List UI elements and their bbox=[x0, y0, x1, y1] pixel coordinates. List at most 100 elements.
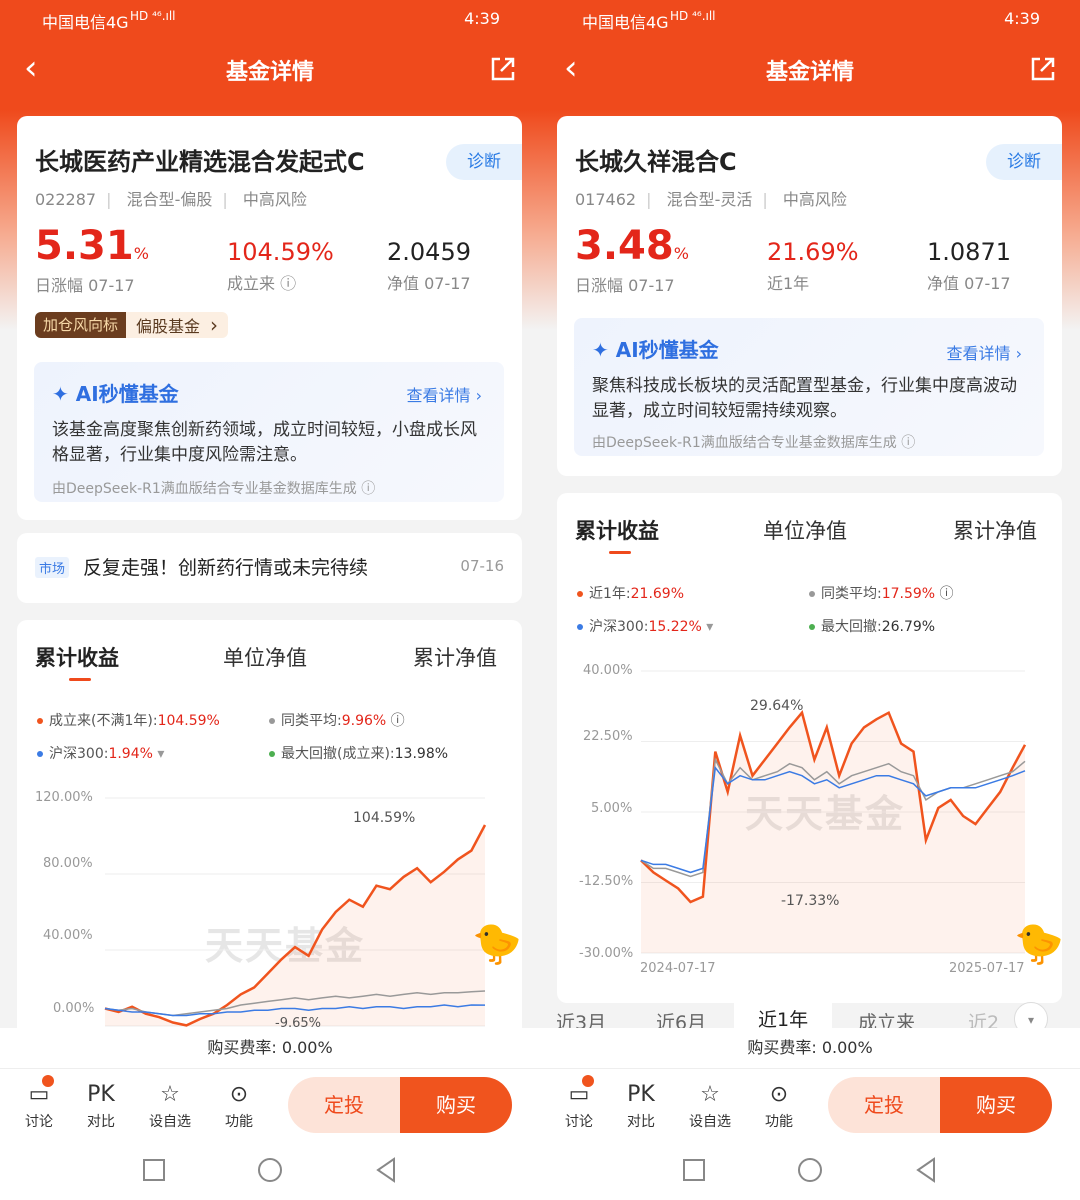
dingtou-button[interactable]: 定投 bbox=[828, 1077, 940, 1133]
metric-daily: 5.31% 日涨幅 07-17 bbox=[35, 224, 149, 296]
ai-footnote: 由DeepSeek-R1满血版结合专业基金数据库生成 ⓘ bbox=[52, 481, 376, 497]
right-screen: 中国电信4G HD ⁴⁶.ıll 4:39 ‹ 基金详情 长城久祥混合C 诊断 … bbox=[540, 0, 1080, 1200]
fund-name: 长城医药产业精选混合发起式C bbox=[35, 148, 365, 176]
range-1y[interactable]: 近1年 bbox=[734, 990, 833, 1031]
function-label: 功能 bbox=[765, 1114, 793, 1130]
buy-button[interactable]: 购买 bbox=[940, 1077, 1052, 1133]
network-icon: HD ⁴⁶.ıll bbox=[130, 9, 176, 23]
fee-bar: 购买费率: 0.00% bbox=[540, 1028, 1080, 1068]
compare-label: 对比 bbox=[87, 1114, 115, 1130]
metric-label: 日涨幅 07-17 bbox=[35, 276, 135, 295]
diagnose-button[interactable]: 诊断 bbox=[986, 144, 1062, 180]
discuss-button[interactable]: ▭ 讨论 bbox=[14, 1079, 64, 1131]
share-icon[interactable] bbox=[488, 54, 518, 84]
pk-icon: PK bbox=[87, 1082, 115, 1107]
carrier-label: 中国电信4G bbox=[582, 13, 669, 32]
star-icon: ☆ bbox=[700, 1082, 720, 1107]
metric-label: 近1年 bbox=[767, 274, 810, 293]
chevron-right-icon: › bbox=[210, 313, 219, 337]
series-area bbox=[105, 825, 485, 1026]
ai-title: ✦ AI秒懂基金 bbox=[52, 378, 179, 407]
status-bar: 中国电信4G HD ⁴⁶.ıll 4:39 bbox=[540, 6, 1080, 32]
line-chart[interactable] bbox=[557, 493, 1062, 1003]
system-nav-bar bbox=[0, 1142, 540, 1200]
ai-detail-link[interactable]: 查看详情 › bbox=[947, 340, 1023, 364]
bottom-bar: ▭ 讨论 PK 对比 ☆ 设自选 ⊙ 功能 定投 购买 bbox=[540, 1068, 1080, 1142]
metric-label: 成立来 ⓘ bbox=[227, 274, 297, 293]
watchlist-button[interactable]: ☆ 设自选 bbox=[682, 1079, 738, 1131]
metric-label: 日涨幅 07-17 bbox=[575, 276, 675, 295]
ai-summary[interactable]: ✦ AI秒懂基金 查看详情 › 该基金高度聚焦创新药领域，成立时间较短，小盘成长… bbox=[34, 362, 504, 502]
news-date: 07-16 bbox=[460, 557, 504, 575]
ai-card: ✦ AI秒懂基金 查看详情 › 聚焦科技成长板块的灵活配置型基金，行业集中度高波… bbox=[557, 308, 1062, 476]
category-tag[interactable]: 加仓风向标 偏股基金 › bbox=[35, 312, 229, 338]
metric-nav: 1.0871 净值 07-17 bbox=[927, 238, 1011, 294]
watchlist-label: 设自选 bbox=[689, 1114, 731, 1130]
news-card[interactable]: 市场 反复走强！创新药行情或未完待续 07-16 bbox=[17, 533, 522, 603]
metric-value: 3.48 bbox=[575, 223, 674, 269]
metric-value: 1.0871 bbox=[927, 238, 1011, 266]
diagnose-button[interactable]: 诊断 bbox=[446, 144, 522, 180]
function-button[interactable]: ⊙ 功能 bbox=[214, 1079, 264, 1131]
category-label: 偏股基金 bbox=[136, 317, 201, 336]
compare-label: 对比 bbox=[627, 1114, 655, 1130]
metric-daily: 3.48% 日涨幅 07-17 bbox=[575, 224, 689, 296]
star-icon: ☆ bbox=[160, 1082, 180, 1107]
page-title: 基金详情 bbox=[225, 60, 314, 85]
peak-label: 29.64% bbox=[750, 698, 804, 714]
notification-dot bbox=[42, 1075, 54, 1087]
badge-label: 加仓风向标 bbox=[35, 312, 127, 338]
system-nav-bar bbox=[540, 1142, 1080, 1200]
fund-code: 017462 bbox=[575, 190, 637, 209]
watchlist-label: 设自选 bbox=[149, 1114, 191, 1130]
fund-card: 长城医药产业精选混合发起式C 诊断 022287 | 混合型-偏股 | 中高风险 5… bbox=[17, 116, 522, 360]
range-tabs: 近3月 近6月 近1年 成立来 近2 ▾ bbox=[540, 990, 1080, 1036]
page-title: 基金详情 bbox=[765, 60, 854, 85]
mascot-icon[interactable]: 🐤 bbox=[1014, 920, 1064, 967]
fund-type: 混合型-偏股 bbox=[126, 190, 213, 209]
metric-nav: 2.0459 净值 07-17 bbox=[387, 238, 471, 294]
left-screen: 中国电信4G HD ⁴⁶.ıll 4:39 ‹ 基金详情 长城医药产业精选混合发… bbox=[0, 0, 540, 1200]
pk-icon: PK bbox=[627, 1082, 655, 1107]
more-icon: ⊙ bbox=[769, 1082, 789, 1107]
share-icon[interactable] bbox=[1028, 54, 1058, 84]
ai-detail-link[interactable]: 查看详情 › bbox=[407, 382, 483, 406]
fund-code: 022287 bbox=[35, 190, 97, 209]
ai-summary[interactable]: ✦ AI秒懂基金 查看详情 › 聚焦科技成长板块的灵活配置型基金，行业集中度高波… bbox=[574, 318, 1044, 456]
metric-since-inception[interactable]: 104.59% 成立来 ⓘ bbox=[227, 238, 334, 294]
discuss-button[interactable]: ▭ 讨论 bbox=[554, 1079, 604, 1131]
metric-value: 104.59% bbox=[227, 238, 334, 266]
system-nav-icons[interactable] bbox=[540, 1142, 1080, 1200]
time-label: 4:39 bbox=[1004, 9, 1040, 28]
compare-button[interactable]: PK 对比 bbox=[76, 1079, 126, 1131]
fee-bar: 购买费率: 0.00% bbox=[0, 1028, 540, 1068]
buy-button[interactable]: 购买 bbox=[400, 1077, 512, 1133]
more-icon: ⊙ bbox=[229, 1082, 249, 1107]
screens: 中国电信4G HD ⁴⁶.ıll 4:39 ‹ 基金详情 长城医药产业精选混合发… bbox=[0, 0, 1080, 1200]
fund-risk: 中高风险 bbox=[242, 190, 307, 209]
sparkle-icon: ✦ bbox=[592, 338, 616, 362]
ai-title-text: AI秒懂基金 bbox=[75, 382, 179, 406]
metric-value: 21.69% bbox=[767, 238, 859, 266]
chart-card: 累计收益 单位净值 累计净值 近1年:21.69% 同类平均:17.59% ⓘ … bbox=[557, 493, 1062, 1003]
mascot-icon[interactable]: 🐤 bbox=[472, 920, 522, 967]
fund-card: 长城久祥混合C 诊断 017462 | 混合型-灵活 | 中高风险 3.48% 日涨… bbox=[557, 116, 1062, 318]
news-headline: 反复走强！创新药行情或未完待续 bbox=[83, 557, 369, 579]
ai-card: ✦ AI秒懂基金 查看详情 › 该基金高度聚焦创新药领域，成立时间较短，小盘成长… bbox=[17, 350, 522, 520]
metric-one-year: 21.69% 近1年 bbox=[767, 238, 859, 294]
navbar: ‹ 基金详情 bbox=[540, 44, 1080, 94]
status-bar: 中国电信4G HD ⁴⁶.ıll 4:39 bbox=[0, 6, 540, 32]
peak-label: 104.59% bbox=[353, 810, 416, 826]
ai-title: ✦ AI秒懂基金 bbox=[592, 334, 719, 363]
function-button[interactable]: ⊙ 功能 bbox=[754, 1079, 804, 1131]
ai-title-text: AI秒懂基金 bbox=[615, 338, 719, 362]
sparkle-icon: ✦ bbox=[52, 382, 76, 406]
compare-button[interactable]: PK 对比 bbox=[616, 1079, 666, 1131]
ai-footnote: 由DeepSeek-R1满血版结合专业基金数据库生成 ⓘ bbox=[592, 435, 916, 451]
system-nav-icons[interactable] bbox=[0, 1142, 540, 1200]
discuss-label: 讨论 bbox=[25, 1114, 53, 1130]
metric-unit: % bbox=[673, 244, 689, 263]
dingtou-button[interactable]: 定投 bbox=[288, 1077, 400, 1133]
watchlist-button[interactable]: ☆ 设自选 bbox=[142, 1079, 198, 1131]
metric-value: 5.31 bbox=[35, 223, 134, 269]
